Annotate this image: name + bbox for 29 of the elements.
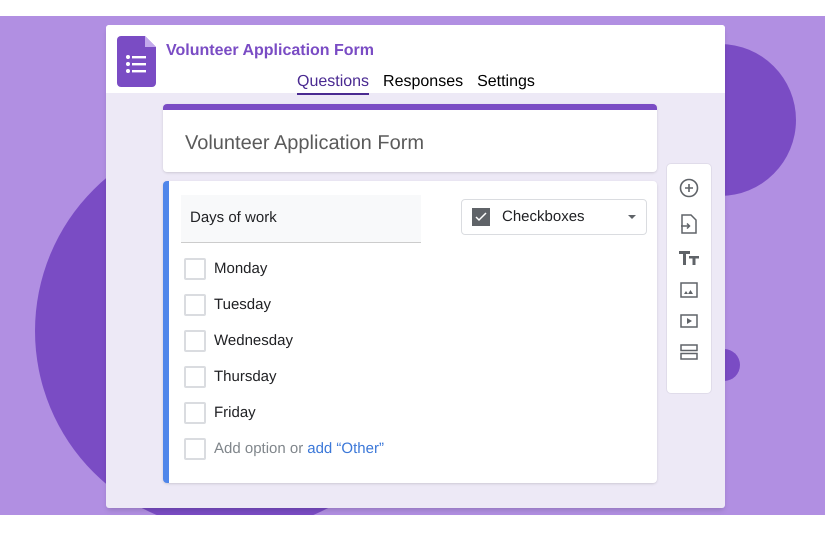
image-icon[interactable]: [680, 282, 698, 298]
option-label: Monday: [214, 258, 268, 279]
option-label: Thursday: [214, 366, 277, 387]
add-option-text[interactable]: Add option or: [214, 438, 304, 460]
tab[interactable]: Questions: [297, 73, 370, 95]
form-heading: Volunteer Application Form: [185, 132, 424, 154]
title-text-icon[interactable]: [679, 250, 699, 266]
question-title-field[interactable]: Days of work: [181, 195, 421, 243]
video-icon[interactable]: [680, 314, 698, 328]
checkbox-icon: [472, 208, 490, 226]
question-type-dropdown[interactable]: Checkboxes: [461, 199, 647, 235]
add-other-link[interactable]: add “Other”: [307, 438, 384, 460]
checkbox[interactable]: [184, 258, 206, 280]
checkbox[interactable]: [184, 294, 206, 316]
checkbox[interactable]: [184, 330, 206, 352]
tab[interactable]: Settings: [477, 73, 535, 95]
form-title: Volunteer Application Form: [166, 41, 376, 61]
checkbox[interactable]: [184, 438, 206, 460]
form-document-icon: [117, 36, 156, 87]
section-icon[interactable]: [680, 344, 698, 360]
checkbox[interactable]: [184, 366, 206, 388]
tab[interactable]: Responses: [383, 73, 464, 95]
option-label: Wednesday: [214, 330, 293, 351]
import-file-icon[interactable]: [681, 214, 697, 234]
option-label: Friday: [214, 402, 256, 423]
caret-icon: [628, 215, 636, 219]
checkbox[interactable]: [184, 402, 206, 424]
add-icon[interactable]: [679, 178, 699, 198]
option-label: Tuesday: [214, 294, 271, 315]
